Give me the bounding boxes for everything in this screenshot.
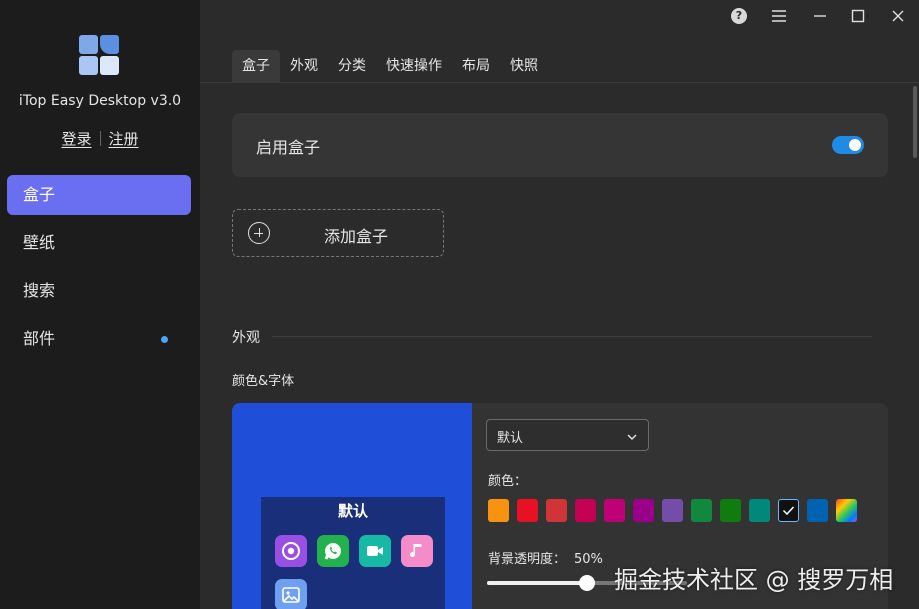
help-icon[interactable]: ? — [728, 5, 750, 27]
color-swatch[interactable] — [633, 499, 654, 522]
opacity-slider-fill — [487, 581, 587, 585]
close-icon[interactable] — [887, 5, 909, 27]
color-swatches — [488, 499, 857, 522]
login-link[interactable]: 登录 — [61, 130, 91, 148]
enable-box-card: 启用盒子 — [232, 113, 888, 177]
sidebar-item-widgets[interactable]: 部件 — [7, 319, 191, 359]
chevron-down-icon — [626, 428, 638, 447]
sidebar-item-label: 盒子 — [23, 185, 56, 204]
color-font-label: 颜色&字体 — [232, 374, 295, 389]
app-logo-icon — [79, 35, 119, 75]
color-swatch[interactable] — [662, 499, 683, 522]
opacity-slider-thumb[interactable] — [579, 575, 595, 591]
auth-links: 登录 注册 — [0, 128, 200, 149]
sidebar: iTop Easy Desktop v3.0 登录 注册 盒子 壁纸 搜索 部件 — [0, 0, 200, 609]
settings-tabs: 盒子 外观 分类 快速操作 布局 快照 — [232, 50, 548, 82]
enable-box-label: 启用盒子 — [256, 138, 321, 157]
color-label: 颜色： — [488, 474, 528, 489]
color-swatch[interactable] — [749, 499, 770, 522]
color-swatch[interactable] — [575, 499, 596, 522]
color-swatch[interactable] — [778, 499, 799, 522]
section-divider — [272, 336, 872, 337]
sidebar-item-label: 壁纸 — [23, 233, 56, 252]
color-swatch[interactable] — [691, 499, 712, 522]
color-swatch[interactable] — [720, 499, 741, 522]
sidebar-item-search[interactable]: 搜索 — [7, 271, 191, 311]
register-link[interactable]: 注册 — [109, 130, 139, 148]
color-swatch[interactable] — [517, 499, 538, 522]
sidebar-nav: 盒子 壁纸 搜索 部件 — [7, 175, 191, 367]
sidebar-item-wallpaper[interactable]: 壁纸 — [7, 223, 191, 263]
tab-quick-actions[interactable]: 快速操作 — [376, 50, 452, 82]
minimize-icon[interactable] — [809, 5, 831, 27]
opacity-label-row: 背景透明度： 50% — [488, 548, 603, 567]
custom-color-swatch[interactable] — [836, 499, 857, 522]
sidebar-item-box[interactable]: 盒子 — [7, 175, 191, 215]
preview-box: 默认 — [261, 497, 445, 609]
tab-category[interactable]: 分类 — [328, 50, 376, 82]
add-box-label: 添加盒子 — [324, 227, 389, 246]
chrome-icon — [275, 535, 307, 567]
help-glyph: ? — [731, 8, 747, 24]
color-swatch[interactable] — [807, 499, 828, 522]
title-bar: ? — [200, 0, 919, 32]
maximize-icon[interactable] — [847, 5, 869, 27]
tab-layout[interactable]: 布局 — [452, 50, 500, 82]
music-icon — [401, 535, 433, 567]
tab-snapshot[interactable]: 快照 — [500, 50, 548, 82]
menu-icon[interactable] — [768, 5, 790, 27]
add-box-button[interactable]: 添加盒子 — [232, 209, 444, 257]
color-swatch[interactable] — [488, 499, 509, 522]
auth-divider — [99, 131, 101, 146]
notification-dot — [161, 336, 168, 343]
section-title-appearance: 外观 — [232, 330, 260, 346]
facetime-icon — [359, 535, 391, 567]
preview-title: 默认 — [337, 502, 368, 520]
theme-dropdown[interactable]: 默认 — [486, 419, 649, 451]
opacity-value: 50% — [574, 552, 603, 567]
sidebar-item-label: 搜索 — [23, 281, 56, 300]
tab-box[interactable]: 盒子 — [232, 50, 280, 82]
plus-circle-icon — [248, 222, 270, 244]
sidebar-item-label: 部件 — [23, 329, 56, 348]
scrollbar[interactable] — [913, 86, 917, 158]
app-title: iTop Easy Desktop v3.0 — [18, 93, 182, 109]
tab-appearance[interactable]: 外观 — [280, 50, 328, 82]
photos-icon — [275, 579, 307, 609]
opacity-label: 背景透明度： — [488, 552, 567, 567]
color-swatch[interactable] — [604, 499, 625, 522]
color-swatch[interactable] — [546, 499, 567, 522]
whatsapp-icon — [317, 535, 349, 567]
tabs-divider — [200, 82, 919, 83]
theme-dropdown-value: 默认 — [497, 431, 524, 446]
watermark: 掘金技术社区 @ 搜罗万相 — [614, 566, 894, 594]
box-preview: 默认 — [232, 403, 472, 609]
enable-box-toggle[interactable] — [832, 136, 864, 154]
